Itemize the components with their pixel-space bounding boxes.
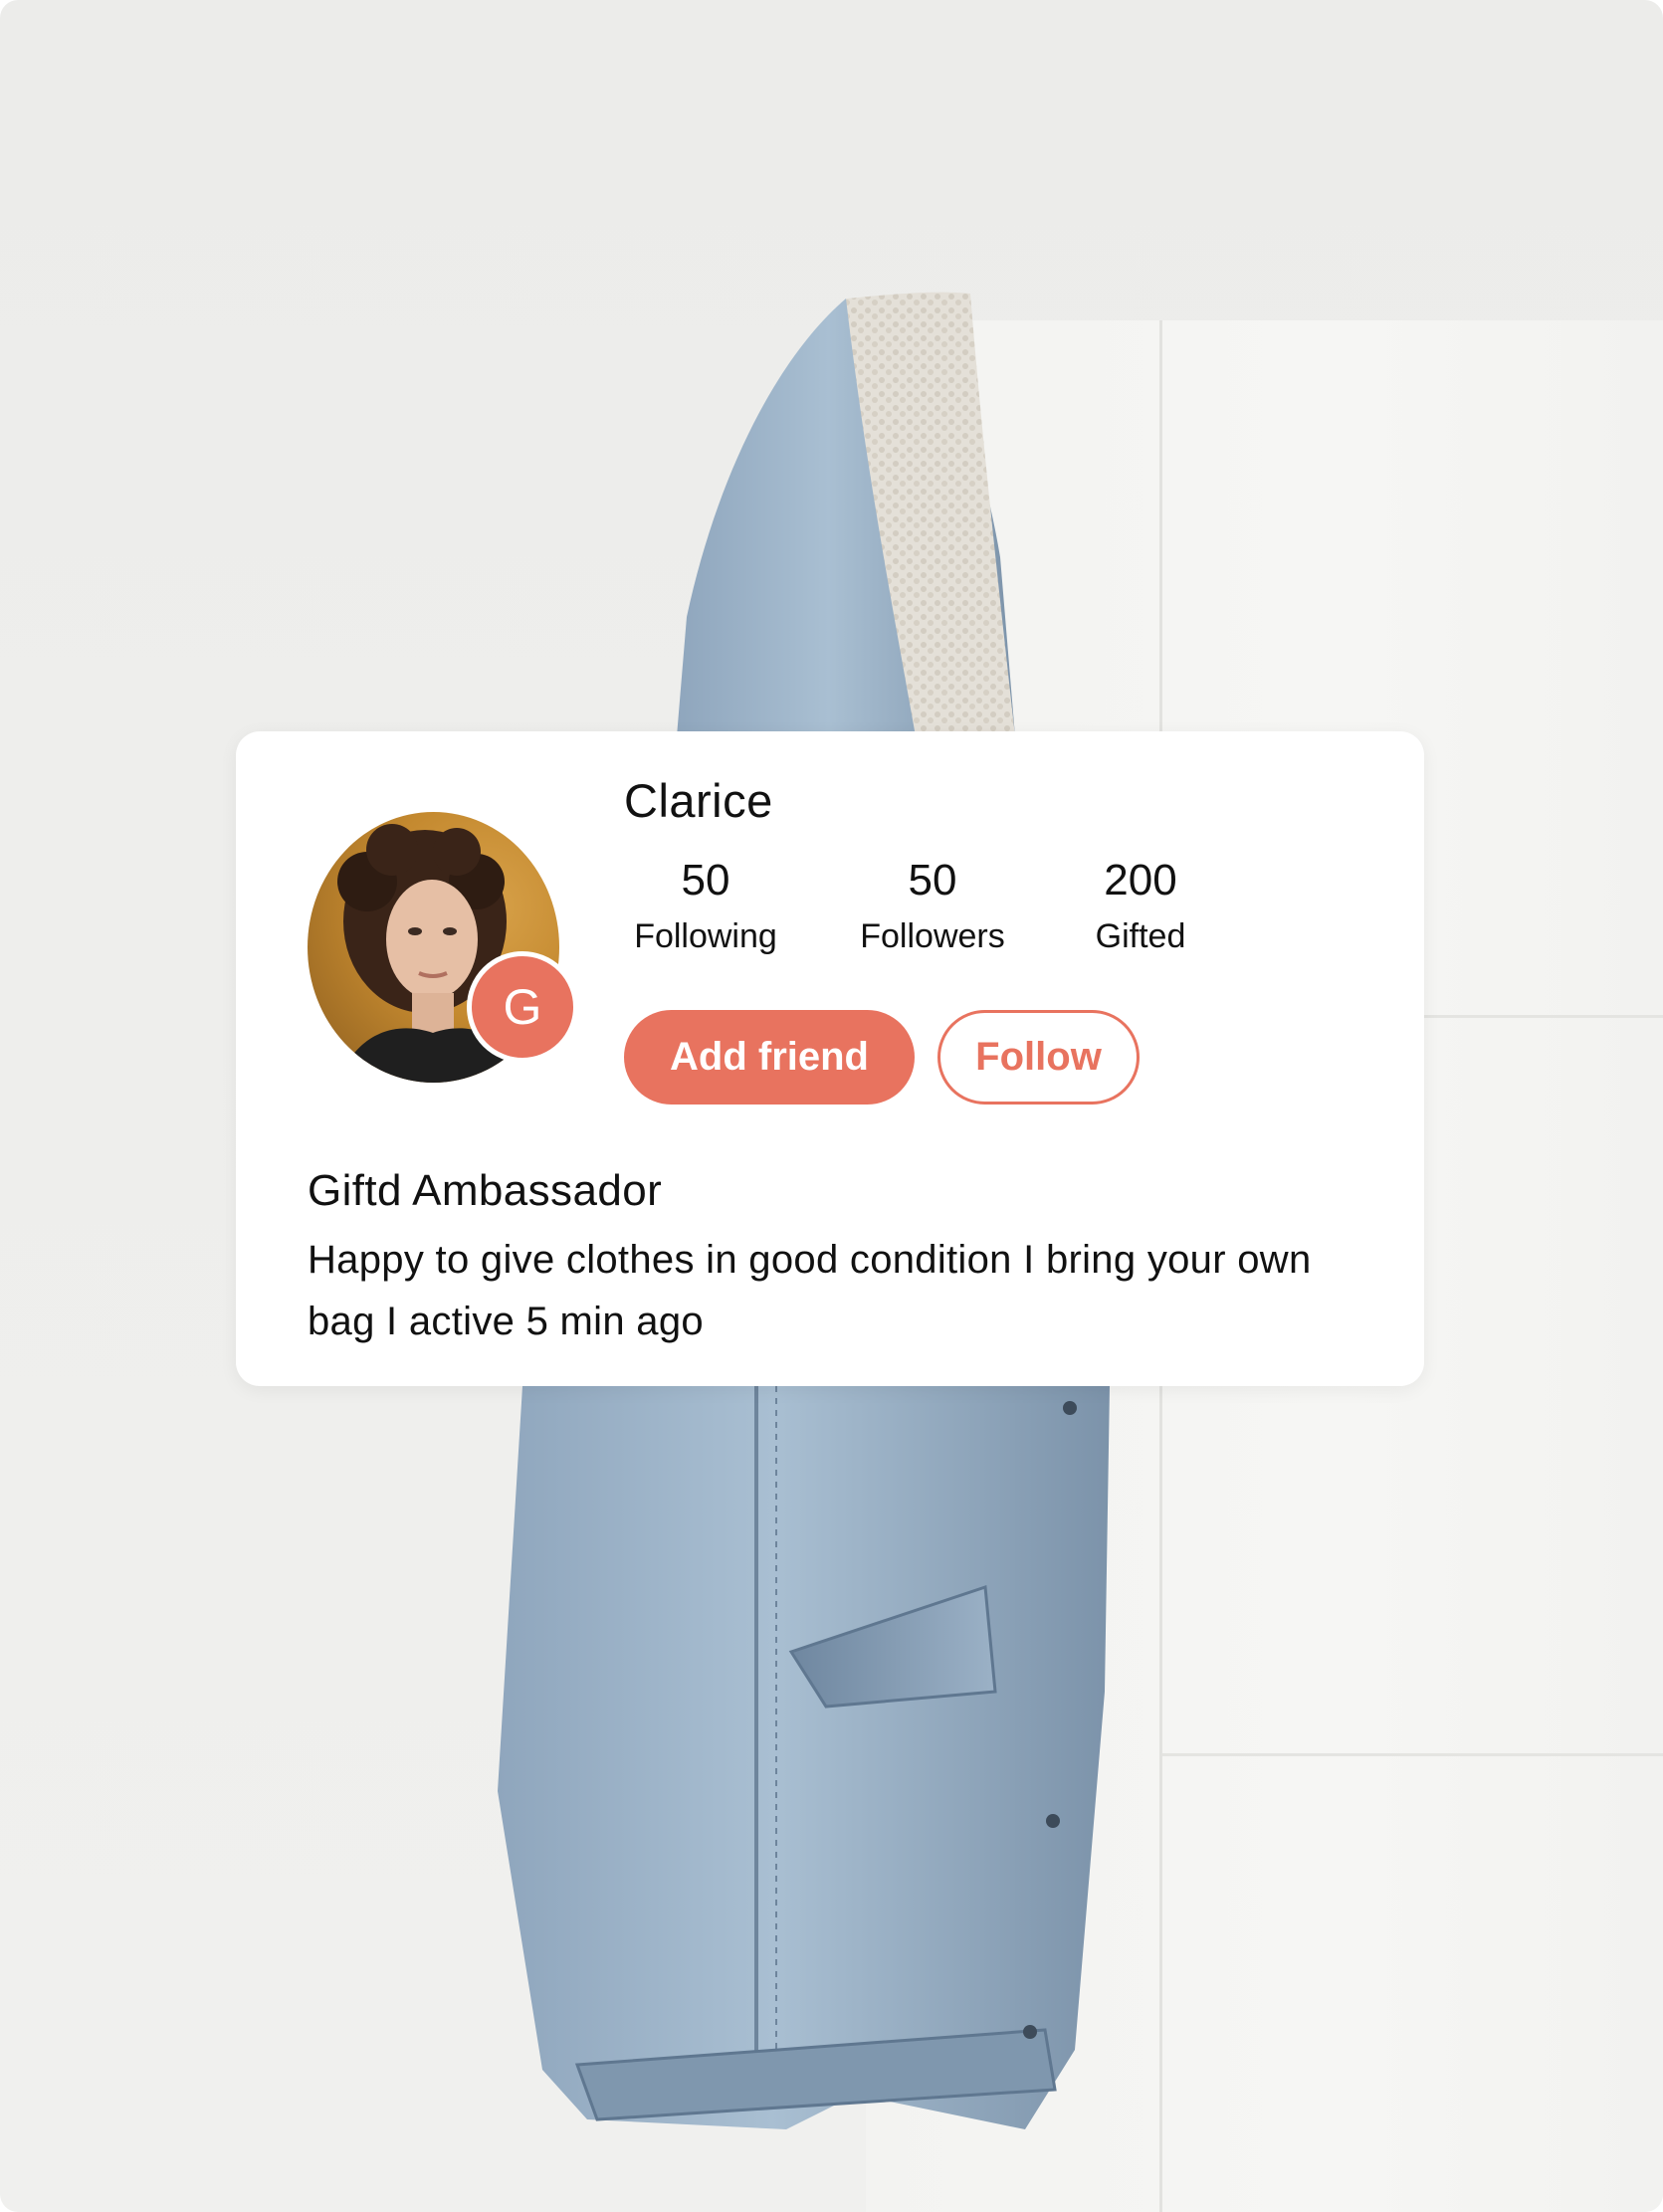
- follow-button[interactable]: Follow: [937, 1010, 1140, 1105]
- following-label: Following: [634, 917, 777, 955]
- add-friend-button[interactable]: Add friend: [624, 1010, 915, 1105]
- stat-gifted[interactable]: 200 Gifted: [1066, 853, 1215, 964]
- screen: G Clarice 50 Following 50 Followers 200 …: [0, 0, 1663, 2212]
- profile-bio: Happy to give clothes in good condition …: [308, 1238, 1312, 1343]
- followers-label: Followers: [860, 917, 1005, 955]
- gifted-label: Gifted: [1095, 917, 1186, 955]
- stat-followers[interactable]: 50 Followers: [843, 853, 1022, 964]
- gifted-count: 200: [1104, 856, 1177, 905]
- profile-name: Clarice: [624, 774, 773, 827]
- avatar-container: G: [308, 812, 578, 1083]
- followers-count: 50: [908, 856, 957, 905]
- profile-card: G Clarice 50 Following 50 Followers 200 …: [236, 731, 1424, 1386]
- giftd-badge: G: [467, 951, 578, 1063]
- following-count: 50: [681, 856, 730, 905]
- badge-letter: G: [503, 979, 542, 1035]
- profile-title: Giftd Ambassador: [308, 1166, 663, 1215]
- stat-following[interactable]: 50 Following: [621, 853, 790, 964]
